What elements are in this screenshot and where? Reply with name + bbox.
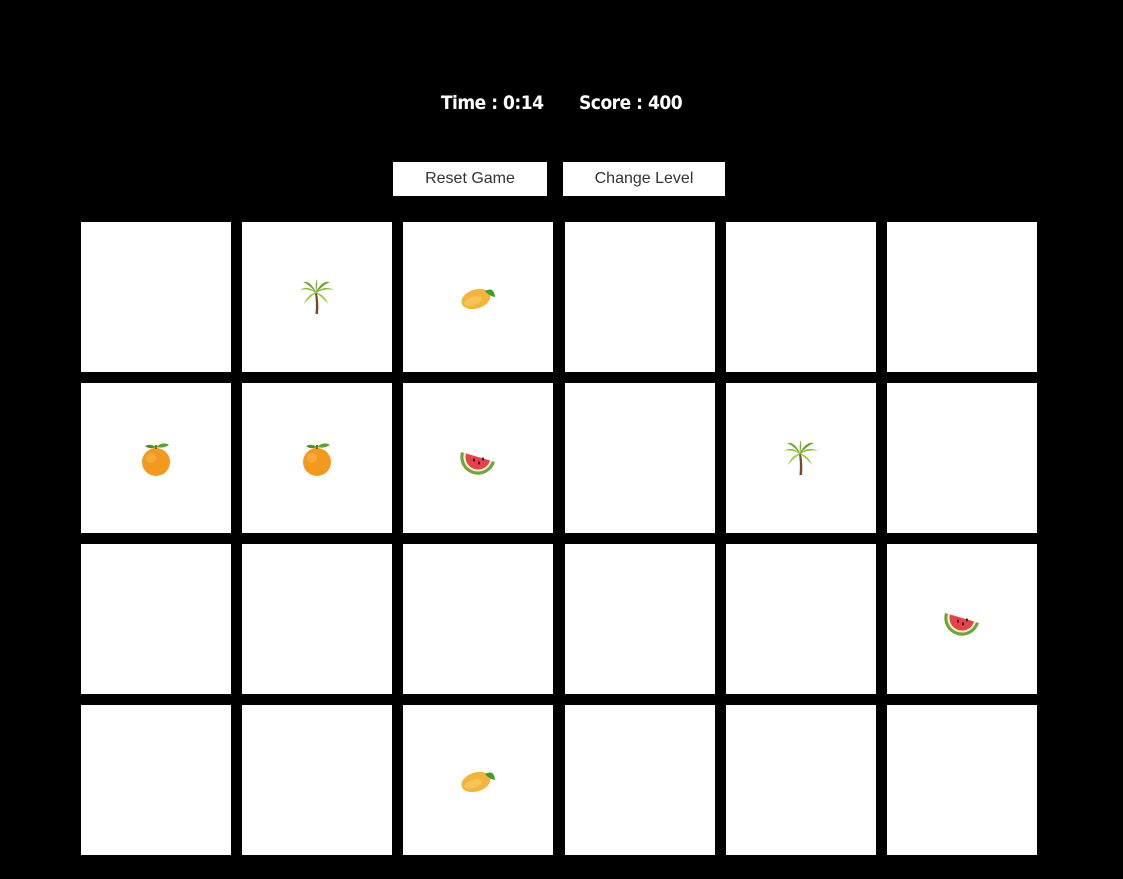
card-revealed-mango[interactable] <box>403 222 554 372</box>
card-hidden[interactable] <box>564 383 715 533</box>
card-revealed-tangerine[interactable] <box>81 383 231 533</box>
card-revealed-tangerine[interactable] <box>242 383 393 533</box>
card-hidden[interactable] <box>564 544 715 694</box>
card-hidden[interactable] <box>886 383 1037 533</box>
reset-game-button[interactable]: Reset Game <box>393 162 547 196</box>
watermelon-icon <box>458 438 498 478</box>
tangerine-icon <box>136 438 176 478</box>
time-label: Time : <box>440 92 498 114</box>
watermelon-icon <box>942 599 982 639</box>
card-revealed-mango[interactable] <box>403 705 554 855</box>
game-stats: Time : 0:14 Score : 400 <box>0 92 1123 114</box>
card-hidden[interactable] <box>886 222 1037 372</box>
score-label: Score : <box>579 92 643 114</box>
card-hidden[interactable] <box>242 544 393 694</box>
mango-icon <box>458 760 498 800</box>
palm-tree-icon <box>297 277 337 317</box>
game-controls: Reset Game Change Level <box>393 162 725 196</box>
mango-icon <box>458 277 498 317</box>
card-hidden[interactable] <box>725 705 876 855</box>
card-hidden[interactable] <box>81 544 231 694</box>
card-revealed-watermelon[interactable] <box>886 544 1037 694</box>
card-hidden[interactable] <box>81 705 231 855</box>
card-revealed-watermelon[interactable] <box>403 383 554 533</box>
card-board <box>81 222 1037 855</box>
change-level-button[interactable]: Change Level <box>563 162 725 196</box>
time-value: 0:14 <box>503 92 544 114</box>
card-hidden[interactable] <box>886 705 1037 855</box>
tangerine-icon <box>297 438 337 478</box>
card-revealed-palm-tree[interactable] <box>242 222 393 372</box>
card-revealed-palm-tree[interactable] <box>725 383 876 533</box>
palm-tree-icon <box>781 438 821 478</box>
card-hidden[interactable] <box>564 705 715 855</box>
card-hidden[interactable] <box>242 705 393 855</box>
card-hidden[interactable] <box>725 222 876 372</box>
card-hidden[interactable] <box>81 222 231 372</box>
card-hidden[interactable] <box>403 544 554 694</box>
score: Score : 400 <box>579 92 683 114</box>
card-hidden[interactable] <box>564 222 715 372</box>
card-hidden[interactable] <box>725 544 876 694</box>
score-value: 400 <box>647 92 683 114</box>
timer: Time : 0:14 <box>441 92 544 114</box>
